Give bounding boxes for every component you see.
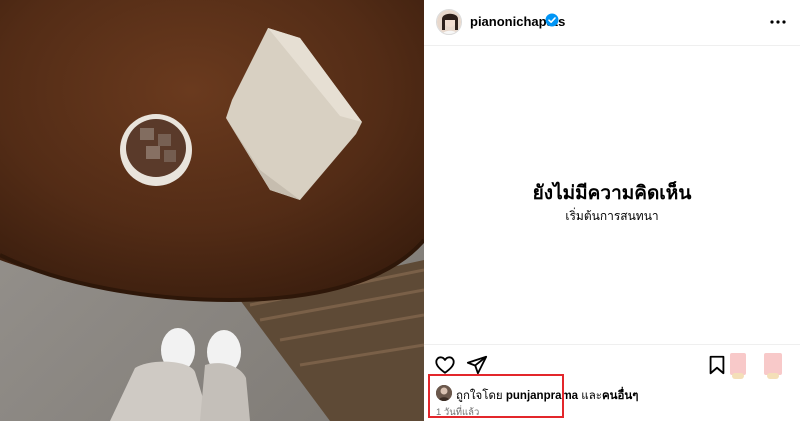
post-header: pianonichapats <box>424 0 800 46</box>
post-photo <box>0 0 424 421</box>
bookmark-icon[interactable] <box>706 354 728 376</box>
post-side-panel: pianonichapats ยังไม่มีความคิดเห็น เริ่ม… <box>424 0 800 421</box>
start-conversation-text: เริ่มต้นการสนทนา <box>565 209 659 223</box>
comments-section: ยังไม่มีความคิดเห็น เริ่มต้นการสนทนา <box>424 46 800 343</box>
overlay-sticker <box>764 353 782 379</box>
likes-section: ถูกใจโดย punjanprama และคนอื่นๆ 1 วันที่… <box>424 380 800 421</box>
no-comments-title: ยังไม่มีความคิดเห็น <box>532 183 692 204</box>
liker-avatar-image <box>436 385 452 401</box>
liker-username[interactable]: punjanprama <box>506 390 578 402</box>
more-options-icon[interactable] <box>768 12 788 32</box>
author-avatar[interactable] <box>436 9 462 35</box>
liker-avatar[interactable] <box>436 385 452 401</box>
avatar-image <box>437 10 461 34</box>
share-icon[interactable] <box>466 354 488 376</box>
post-photo-image <box>0 0 424 421</box>
post-timestamp[interactable]: 1 วันที่แล้ว <box>436 405 479 420</box>
heart-icon[interactable] <box>434 354 456 376</box>
liked-by-and: และ <box>581 390 602 402</box>
verified-badge-icon <box>545 13 559 27</box>
liked-by-prefix: ถูกใจโดย <box>456 390 503 402</box>
post-actions-bar <box>424 344 800 384</box>
liked-by-text: ถูกใจโดย punjanprama และคนอื่นๆ <box>456 387 638 405</box>
overlay-sticker <box>730 353 746 379</box>
liked-by-others-link[interactable]: คนอื่นๆ <box>602 390 639 402</box>
